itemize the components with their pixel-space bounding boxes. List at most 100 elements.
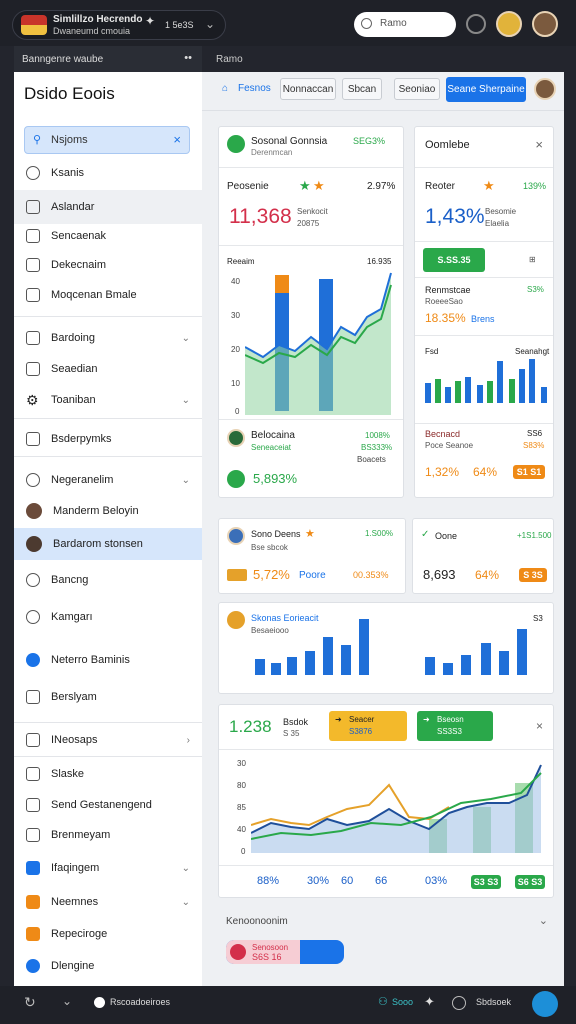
chevron-down-icon[interactable]: ⌄	[182, 863, 190, 874]
divider	[14, 418, 202, 419]
app-selector[interactable]: Simlillzo Hecrendo Dwaneumd cmouia ✦ 1 5…	[12, 10, 226, 40]
chevron-down-icon[interactable]: ⌄	[539, 914, 548, 927]
sidebar-item[interactable]: Dekecnaim	[14, 250, 202, 280]
main-header-label: Ramo	[216, 54, 243, 65]
value-pill[interactable]: S3 S3	[471, 875, 501, 889]
card-title: Sosonal Gonnsia	[251, 136, 328, 147]
avatar[interactable]	[534, 78, 556, 100]
grid-icon[interactable]: ⊞	[529, 255, 536, 264]
chevron-down-icon[interactable]: ⌄	[62, 994, 72, 1008]
chevron-down-icon[interactable]: ⌄	[205, 17, 215, 31]
sidebar-item[interactable]: Neterro Baminis	[14, 645, 202, 675]
sidebar-item[interactable]: Brenmeyam	[14, 820, 202, 850]
sidebar-item[interactable]: Berslyam	[14, 682, 202, 712]
mini-card: ✓ Oone +1S1.500 8,693 64% S 3S	[412, 518, 554, 594]
primary-button[interactable]: Seane Sherpaine	[446, 77, 526, 102]
mid-text: Sooo	[392, 997, 414, 1007]
close-icon[interactable]: ×	[173, 132, 181, 147]
sidebar-item[interactable]: Ksanis	[14, 158, 202, 188]
stat-pill-value: SS3S3	[437, 727, 462, 736]
tab-label[interactable]: Fesnos	[238, 83, 271, 94]
search-placeholder: Ramo	[380, 18, 407, 29]
sidebar-item[interactable]: Dlengine	[14, 951, 202, 981]
arrow-right-icon: ➜	[423, 715, 430, 724]
close-icon[interactable]: ×	[536, 719, 543, 733]
section-label: Kenoonoonim	[226, 916, 288, 927]
sidebar-item[interactable]: Kamgarı	[14, 602, 202, 632]
sparkle-icon[interactable]: ✦	[424, 994, 435, 1010]
check-icon: ✓	[421, 529, 430, 540]
tab-button[interactable]: Nonnaccan	[280, 78, 336, 100]
search-icon: ⚲	[33, 134, 42, 146]
chevron-down-icon[interactable]: ⌄	[182, 395, 190, 406]
value-pill[interactable]: S1 S1	[513, 465, 545, 479]
chevron-down-icon[interactable]: ⌄	[182, 897, 190, 908]
stats-card: Oomlebe × Reoter ★ 139% 1,43% Besomie El…	[414, 126, 554, 498]
tab-button[interactable]: Seoniao	[394, 78, 440, 100]
stat-pill[interactable]: ➜ Seacer S3876	[329, 711, 407, 741]
sidebar-item[interactable]: ⚙ Toaniban ⌄	[14, 385, 202, 415]
stats-card: Sosonal Gonnsia SEG3% Derenmcan Peosenie…	[218, 126, 404, 498]
sidebar-item[interactable]: Sencaenak	[14, 221, 202, 251]
people-icon[interactable]: ⚇	[378, 995, 388, 1008]
sidebar-item[interactable]: Seaedian	[14, 354, 202, 384]
sidebar-item[interactable]: INeosaps ›	[14, 725, 202, 755]
sidebar-item[interactable]: Bsderpymks	[14, 424, 202, 454]
assistant-button[interactable]	[532, 991, 558, 1017]
sidebar-item-label: Send Gestanengend	[51, 799, 152, 811]
chart-bar	[509, 379, 515, 403]
check-icon	[26, 288, 40, 302]
chevron-right-icon[interactable]: ›	[187, 735, 190, 746]
chart-bar	[519, 369, 525, 403]
y-tick: 30	[231, 311, 240, 320]
sidebar-item-active[interactable]: Bardarom stonsen	[14, 528, 202, 560]
sidebar-item-label: Dlengine	[51, 960, 95, 972]
refresh-icon[interactable]: ↻	[24, 994, 36, 1011]
sidebar-item[interactable]: Ifaqingem ⌄	[14, 853, 202, 883]
more-icon[interactable]: ••	[184, 52, 192, 64]
sidebar-header-label: Banngenre waube	[22, 54, 104, 65]
progress-value: S6S 16	[252, 952, 282, 962]
sidebar-item[interactable]: Bardoing ⌄	[14, 323, 202, 353]
tab-button[interactable]: Sbcan	[342, 78, 382, 100]
search-field[interactable]: Ramo	[354, 12, 456, 37]
value-pill[interactable]: S 3S	[519, 568, 547, 582]
sidebar-item[interactable]: Neemnes ⌄	[14, 887, 202, 917]
sidebar-item[interactable]: Bancng	[14, 565, 202, 595]
sidebar-item[interactable]: Send Gestanengend	[14, 790, 202, 820]
sidebar-search-input[interactable]: ⚲ Nsjoms ×	[24, 126, 190, 154]
profile-avatar[interactable]	[532, 11, 558, 37]
avatar	[26, 503, 42, 519]
record-icon	[230, 944, 246, 960]
sidebar-item[interactable]: Moqcenan Bmale	[14, 280, 202, 310]
y-tick: 80	[237, 781, 246, 790]
card-sub: Bse sbcok	[251, 543, 288, 552]
divider	[14, 316, 202, 317]
user-badge-avatar[interactable]	[496, 11, 522, 37]
star-icon: ★	[313, 178, 325, 193]
sidebar-item[interactable]: Negeranelim ⌄	[14, 465, 202, 495]
calendar-icon	[26, 200, 40, 214]
card-sub: S 35	[283, 729, 300, 738]
y-tick: 20	[231, 345, 240, 354]
chevron-down-icon[interactable]: ⌄	[182, 333, 190, 344]
value-pill[interactable]: S.SS.35	[423, 248, 485, 272]
sidebar-item[interactable]: Manderm Beloyin	[14, 496, 202, 526]
value-pill[interactable]: S6 S3	[515, 875, 545, 889]
row-label: Renmstcae	[425, 285, 471, 295]
sidebar-item[interactable]: Repeciroge	[14, 919, 202, 949]
close-icon[interactable]: ×	[535, 137, 543, 152]
status-ring-icon[interactable]	[466, 14, 486, 34]
table-icon	[26, 432, 40, 446]
progress-pill[interactable]: Senosoon S6S 16	[226, 940, 344, 964]
sidebar-item[interactable]: Aslandar	[14, 190, 202, 224]
stat-pill[interactable]: ➜ Bseosn SS3S3	[417, 711, 493, 741]
chart-bar	[287, 657, 297, 675]
settings-icon[interactable]	[452, 996, 466, 1010]
big-value: 11,368	[229, 205, 292, 228]
sidebar-item[interactable]: Slaske	[14, 759, 202, 789]
chevron-down-icon[interactable]: ⌄	[182, 475, 190, 486]
foot-value: S83%	[523, 441, 545, 450]
footer-big-value: 5,893%	[253, 471, 298, 486]
home-icon[interactable]: ⌂	[222, 83, 228, 94]
